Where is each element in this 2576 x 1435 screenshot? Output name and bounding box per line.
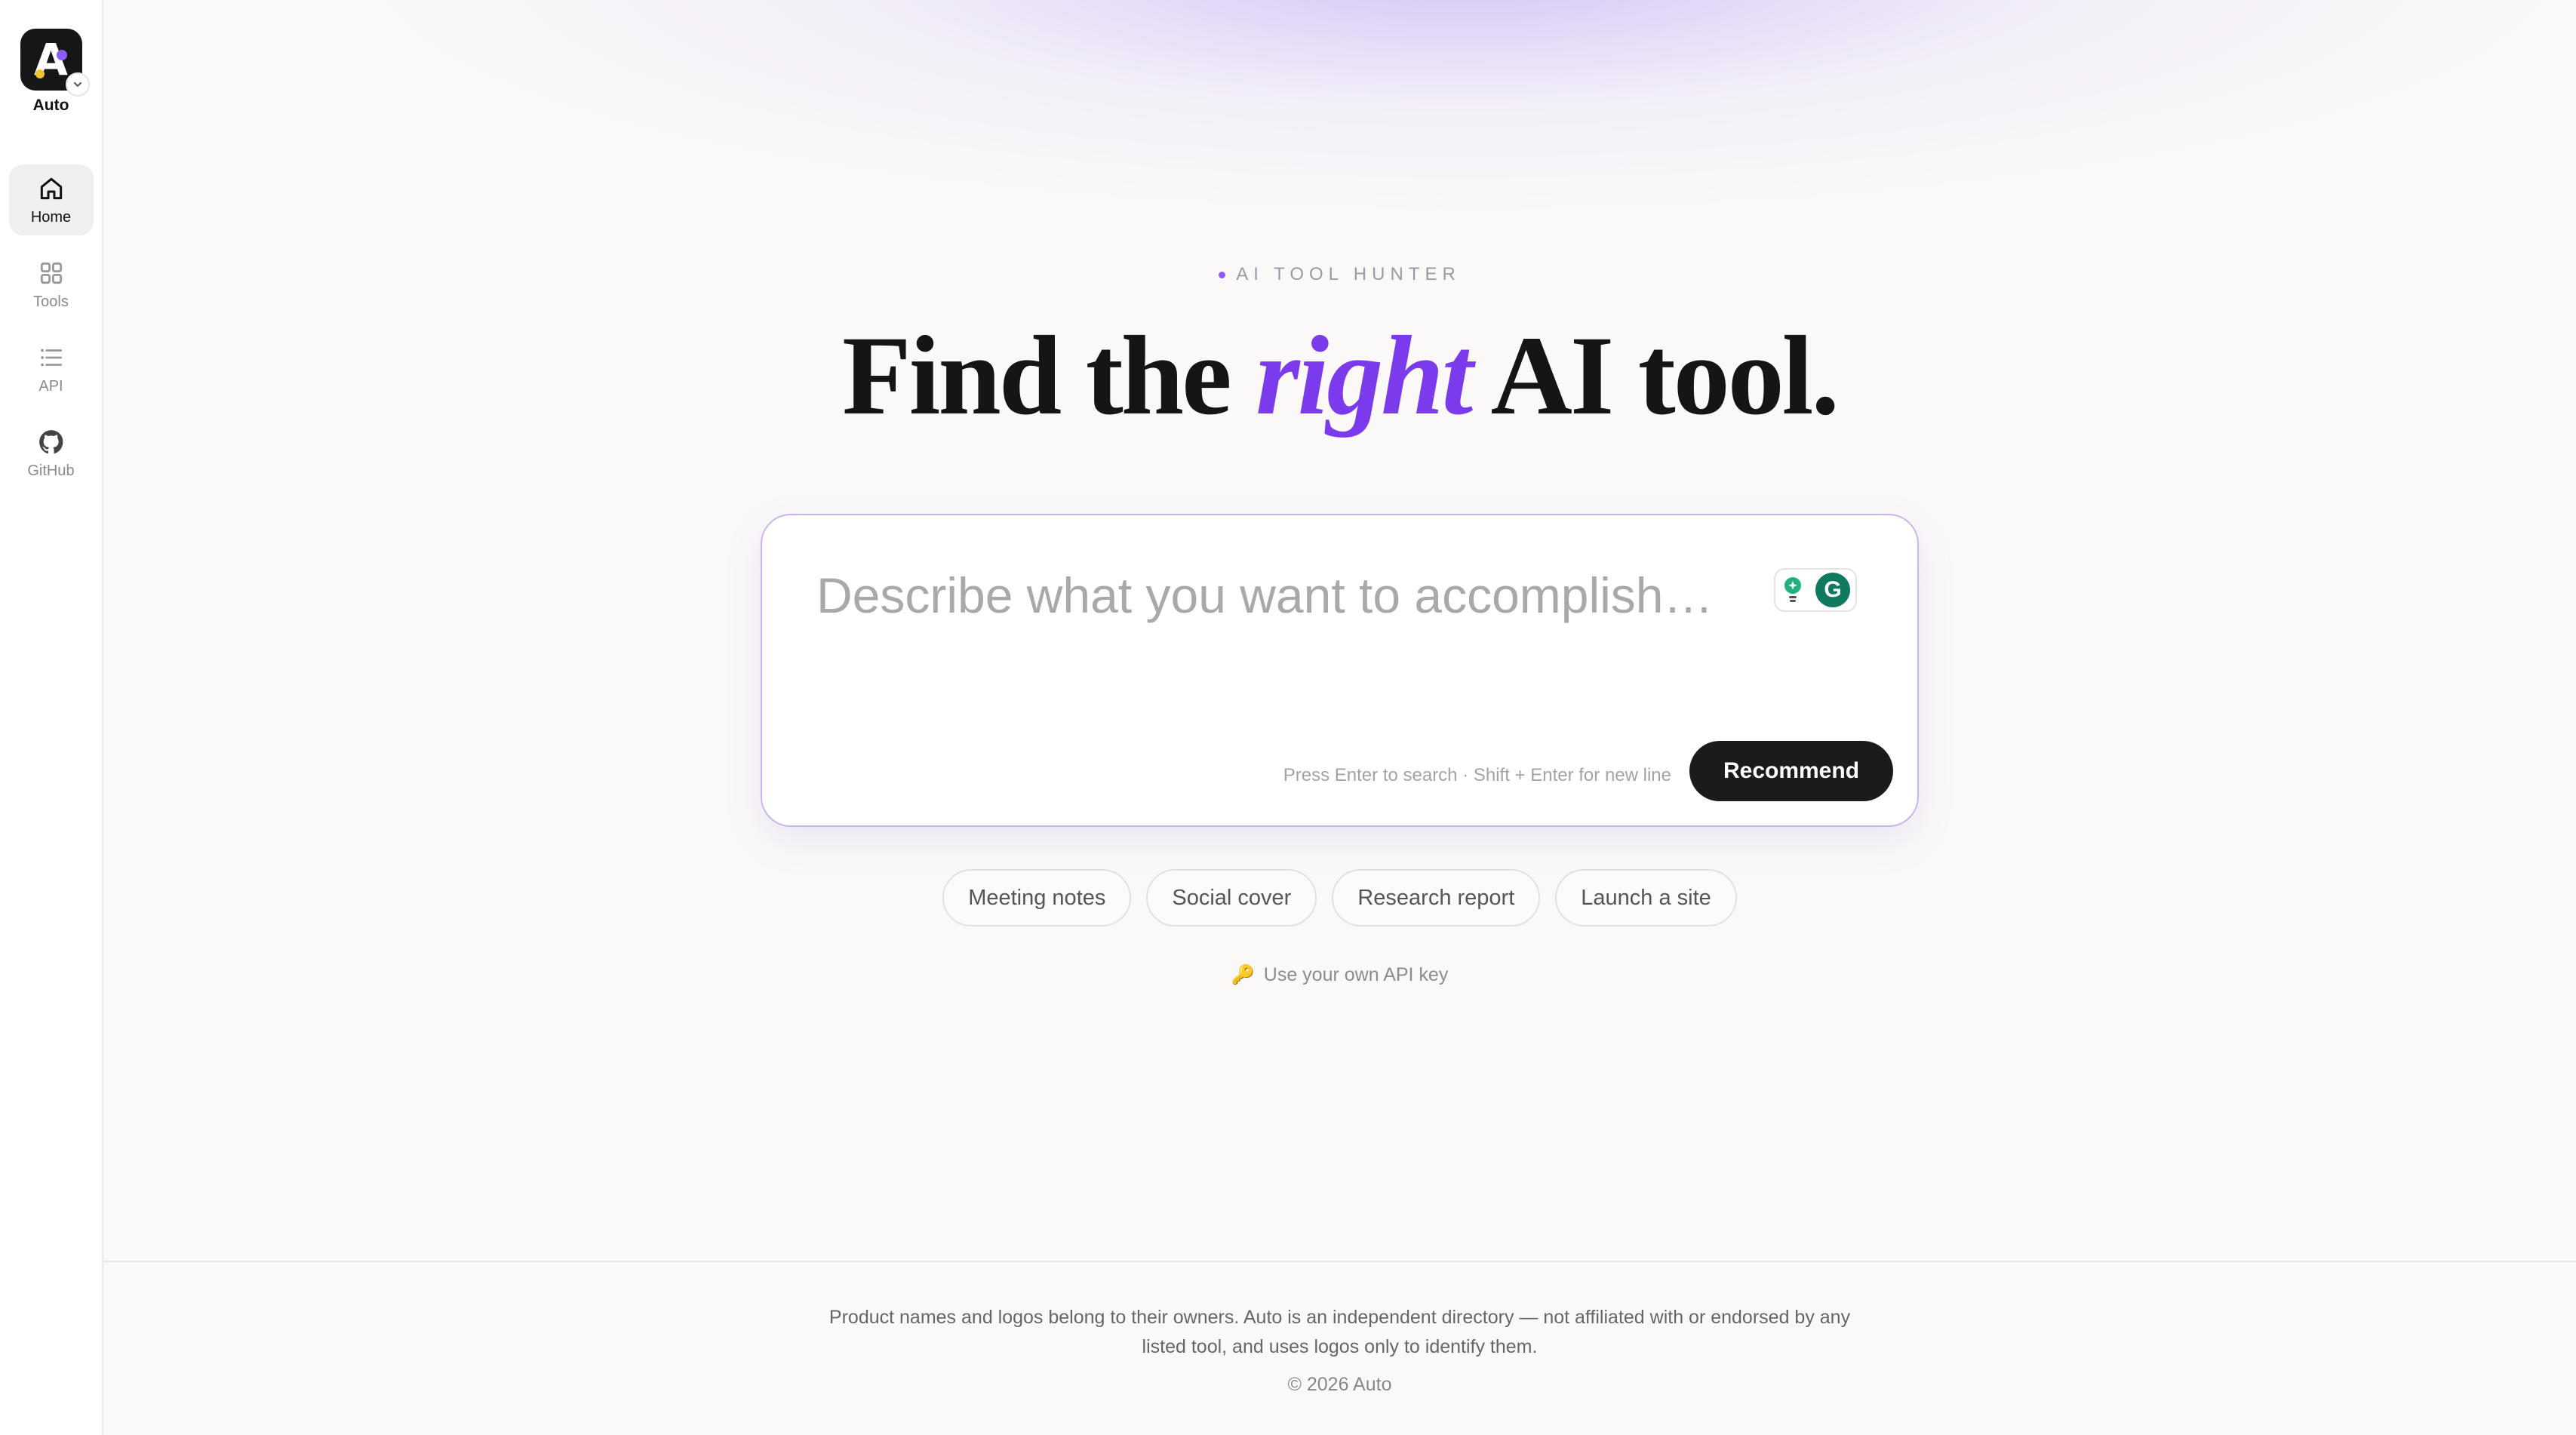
list-icon (40, 349, 62, 366)
page-title: Find the right AI tool. (842, 313, 1840, 438)
logo-accent-dot (56, 50, 67, 60)
grid-icon (40, 262, 62, 284)
sidebar-item-home[interactable]: Home (8, 164, 94, 235)
suggestion-chip[interactable]: Launch a site (1555, 869, 1737, 926)
footer-disclaimer: Product names and logos belong to their … (828, 1307, 1851, 1357)
search-input[interactable] (816, 558, 1752, 633)
brand-name: Auto (32, 97, 69, 114)
chevron-down-icon[interactable] (65, 72, 90, 97)
browser-extension-icons[interactable]: G (1774, 568, 1857, 612)
suggestion-chip[interactable]: Social cover (1146, 869, 1317, 926)
suggestion-chip[interactable]: Meeting notes (942, 869, 1132, 926)
title-accent: right (1256, 313, 1473, 438)
sidebar-item-label: Home (30, 208, 72, 226)
hero-section: AI TOOL HUNTER Find the right AI tool. G (103, 0, 2576, 986)
search-card: G Press Enter to search · Shift + Enter … (761, 514, 1919, 827)
sidebar-item-api[interactable]: API (9, 333, 94, 404)
brand-logo[interactable]: A (20, 29, 90, 97)
suggestion-chips: Meeting notes Social cover Research repo… (942, 869, 1737, 926)
sidebar-item-github[interactable]: GitHub (9, 418, 94, 489)
api-key-label: Use your own API key (1263, 964, 1449, 985)
eyebrow: AI TOOL HUNTER (1219, 264, 1461, 285)
footer-copyright: © 2026 Auto (1287, 1374, 1392, 1395)
sidebar-nav: Home Tools API GitHub (8, 164, 94, 489)
grammarly-icon[interactable]: G (1815, 573, 1850, 607)
brand[interactable]: A Auto (20, 29, 90, 115)
app-root: A Auto Home Tools API GitHub AI TOOL HUN… (0, 0, 2576, 1435)
sidebar-item-label: GitHub (27, 462, 75, 479)
logo-accent-dot (35, 69, 45, 78)
title-part: Find the (842, 313, 1256, 438)
main-content: AI TOOL HUNTER Find the right AI tool. G (103, 0, 2576, 1435)
home-icon (40, 177, 62, 199)
eyebrow-dot (1219, 271, 1226, 278)
footer: Product names and logos belong to their … (103, 1261, 2576, 1435)
sidebar: A Auto Home Tools API GitHub (0, 0, 103, 1435)
title-part: AI tool. (1471, 313, 1840, 438)
sidebar-item-tools[interactable]: Tools (9, 249, 94, 320)
api-key-link[interactable]: 🔑 Use your own API key (1231, 964, 1449, 986)
key-icon: 🔑 (1231, 964, 1255, 985)
sidebar-item-label: API (38, 377, 63, 395)
suggestion-chip[interactable]: Research report (1332, 869, 1541, 926)
github-icon (38, 429, 63, 453)
eyebrow-label: AI TOOL HUNTER (1236, 264, 1461, 284)
keyboard-hint: Press Enter to search · Shift + Enter fo… (1283, 765, 1671, 785)
recommend-button[interactable]: Recommend (1689, 741, 1893, 801)
sidebar-item-label: Tools (33, 293, 69, 310)
lightbulb-icon[interactable] (1781, 575, 1805, 605)
